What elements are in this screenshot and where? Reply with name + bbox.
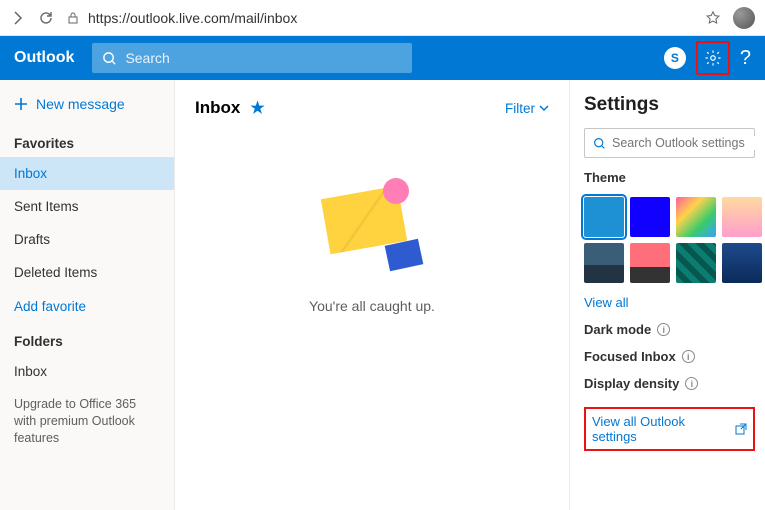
- filter-label: Filter: [505, 101, 535, 116]
- dark-mode-label: Dark mode i: [584, 322, 755, 337]
- sidebar-item-inbox[interactable]: Inbox: [0, 157, 174, 190]
- settings-button[interactable]: [696, 41, 730, 75]
- theme-swatch-5[interactable]: [630, 243, 670, 283]
- lock-icon: [66, 11, 80, 25]
- folder-title: Inbox: [195, 98, 240, 118]
- sidebar-item-deleted[interactable]: Deleted Items: [0, 256, 174, 289]
- folders-heading: Folders: [0, 324, 174, 355]
- browser-toolbar: https://outlook.live.com/mail/inbox: [0, 0, 765, 36]
- info-icon[interactable]: i: [685, 377, 698, 390]
- popout-icon: [735, 423, 747, 435]
- forward-icon[interactable]: [10, 10, 26, 26]
- theme-grid: [584, 197, 755, 283]
- empty-state: You're all caught up.: [195, 178, 549, 314]
- sidebar-folder-inbox[interactable]: Inbox: [0, 355, 174, 388]
- settings-title: Settings: [584, 94, 755, 116]
- chevron-down-icon: [539, 103, 549, 113]
- theme-heading: Theme: [584, 170, 755, 185]
- gear-icon: [704, 49, 722, 67]
- info-icon[interactable]: i: [682, 350, 695, 363]
- display-density-label: Display density i: [584, 376, 755, 391]
- upgrade-promo[interactable]: Upgrade to Office 365 with premium Outlo…: [0, 388, 174, 455]
- sidebar-item-drafts[interactable]: Drafts: [0, 223, 174, 256]
- search-icon: [593, 137, 606, 150]
- search-box[interactable]: [92, 43, 412, 73]
- profile-avatar[interactable]: [733, 7, 755, 29]
- sidebar-item-sent[interactable]: Sent Items: [0, 190, 174, 223]
- settings-search-box[interactable]: [584, 128, 755, 158]
- filter-button[interactable]: Filter: [505, 101, 549, 116]
- theme-swatch-0[interactable]: [584, 197, 624, 237]
- url-text: https://outlook.live.com/mail/inbox: [88, 10, 297, 26]
- plus-icon: [14, 97, 28, 111]
- favorite-star-icon[interactable]: [705, 10, 721, 26]
- search-icon: [102, 51, 117, 66]
- empty-illustration: [317, 178, 427, 268]
- refresh-icon[interactable]: [38, 10, 54, 26]
- theme-swatch-4[interactable]: [584, 243, 624, 283]
- brand-label: Outlook: [14, 49, 74, 67]
- view-all-themes-link[interactable]: View all: [584, 295, 755, 310]
- theme-swatch-2[interactable]: [676, 197, 716, 237]
- focused-inbox-label: Focused Inbox i: [584, 349, 755, 364]
- theme-swatch-1[interactable]: [630, 197, 670, 237]
- theme-swatch-7[interactable]: [722, 243, 762, 283]
- new-message-label: New message: [36, 96, 125, 112]
- message-list-pane: Inbox ★ Filter You're all caught up.: [175, 80, 570, 510]
- info-icon[interactable]: i: [657, 323, 670, 336]
- theme-swatch-3[interactable]: [722, 197, 762, 237]
- settings-pane: Settings Theme View all Dark mode i Focu…: [570, 80, 765, 510]
- skype-icon[interactable]: S: [664, 47, 686, 69]
- address-bar[interactable]: https://outlook.live.com/mail/inbox: [66, 10, 693, 26]
- star-icon[interactable]: ★: [250, 98, 264, 118]
- theme-swatch-6[interactable]: [676, 243, 716, 283]
- empty-text: You're all caught up.: [309, 298, 435, 314]
- view-all-settings-link[interactable]: View all Outlook settings: [584, 407, 755, 451]
- new-message-button[interactable]: New message: [0, 90, 174, 126]
- help-button[interactable]: ?: [740, 47, 751, 70]
- settings-search-input[interactable]: [612, 136, 765, 150]
- app-header: Outlook S ?: [0, 36, 765, 80]
- favorites-heading: Favorites: [0, 126, 174, 157]
- add-favorite-link[interactable]: Add favorite: [0, 289, 174, 324]
- search-input[interactable]: [125, 50, 402, 66]
- sidebar: New message Favorites Inbox Sent Items D…: [0, 80, 175, 510]
